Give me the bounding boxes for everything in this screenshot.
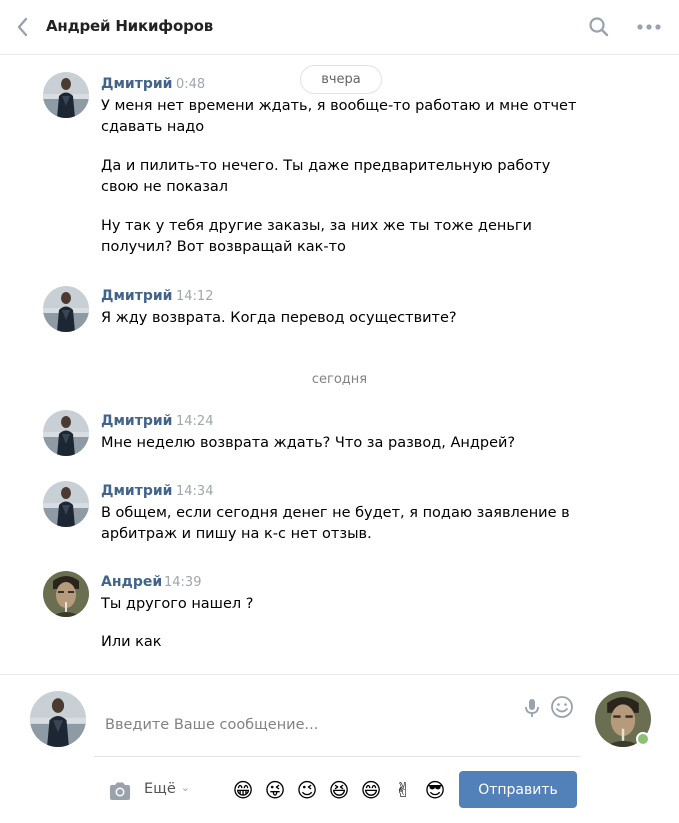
message-author[interactable]: Дмитрий [101,483,172,499]
avatar-dmitry[interactable] [43,410,89,456]
avatar-dmitry[interactable] [43,286,89,332]
own-avatar[interactable] [30,691,86,747]
search-button[interactable] [586,14,612,40]
online-status-indicator [636,732,650,746]
back-button[interactable] [12,14,36,40]
chevron-left-icon [17,17,28,37]
message-time[interactable]: 14:12 [176,289,213,304]
message-text: Ты другого нашел ? [101,596,254,612]
more-menu-button[interactable] [634,14,664,40]
emoji-quick-2[interactable]: 😜 [262,777,288,803]
attach-photo-button[interactable] [108,781,132,801]
emoji-quick-5[interactable]: 😄 [358,777,384,803]
message-text: Я жду возврата. Когда перевод осуществит… [101,310,457,326]
date-separator-yesterday: вчера [300,65,382,94]
more-label: Ещё [144,781,176,797]
chat-title[interactable]: Андрей Никифоров [46,17,213,35]
date-separator-today: сегодня [311,372,368,387]
message-time[interactable]: 14:34 [176,484,213,499]
more-attachments-button[interactable]: Ещё ⌄ [144,781,190,797]
message-text: У меня нет времени ждать, я вообще-то ра… [101,98,577,135]
voice-message-button[interactable] [522,697,542,719]
emoji-quick-4[interactable]: 😆 [326,777,352,803]
smile-icon [551,696,573,718]
message-text: В общем, если сегодня денег не будет, я … [101,505,570,542]
message-text: Ну так у тебя другие заказы, за них же т… [101,218,532,255]
emoji-picker-button[interactable] [550,695,574,719]
message-author[interactable]: Андрей [101,574,162,590]
message-text: Мне неделю возврата ждать? Что за развод… [101,435,516,451]
send-button[interactable]: Отправить [459,771,577,808]
search-icon [589,17,609,37]
avatar-dmitry[interactable] [43,481,89,527]
message-time[interactable]: 14:24 [176,414,213,429]
camera-icon [110,782,130,800]
message-text: Да и пилить-то нечего. Ты даже предварит… [101,158,551,195]
message-author[interactable]: Дмитрий [101,288,172,304]
message-time[interactable]: 0:48 [176,77,205,92]
message-composer: Ещё ⌄ 😁 😜 😉 😆 😄 ✌ 😎 Отправить [0,674,679,823]
message-input[interactable] [94,693,580,757]
message-text: Или как [101,634,162,650]
emoji-quick-7[interactable]: 😎 [422,777,448,803]
microphone-icon [525,699,539,717]
chat-header: Андрей Никифоров [0,0,679,55]
avatar-dmitry[interactable] [43,72,89,118]
chevron-down-icon: ⌄ [180,781,190,794]
emoji-quick-3[interactable]: 😉 [294,777,320,803]
emoji-quick-6[interactable]: ✌ [390,777,416,803]
emoji-quick-1[interactable]: 😁 [230,777,256,803]
message-author[interactable]: Дмитрий [101,413,172,429]
avatar-andrey[interactable] [43,571,89,617]
message-time[interactable]: 14:39 [164,575,201,590]
message-author[interactable]: Дмитрий [101,76,172,92]
more-dots-icon [637,24,661,30]
